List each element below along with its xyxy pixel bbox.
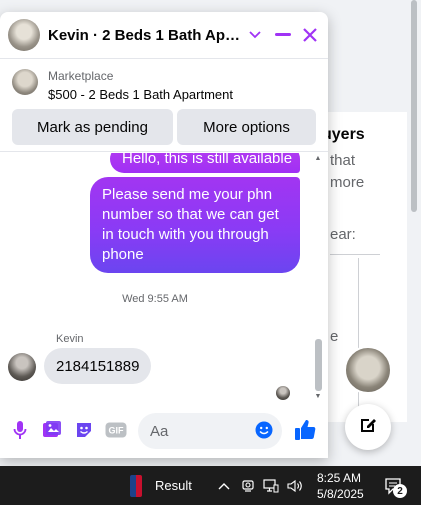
chat-header[interactable]: Kevin · 2 Beds 1 Bath Apart… [0,12,328,58]
photo-icon[interactable] [41,419,63,441]
windows-taskbar: Result 8:25 AM 5/8/2025 [0,466,421,505]
listing-label: Marketplace [48,69,114,83]
widget-result-label[interactable]: Result [155,478,192,493]
background-heading: uyers [322,126,365,143]
message-bubble-incoming[interactable]: 2184151889 [44,348,152,384]
message-list: Hello, this is still available Please se… [0,153,328,405]
camera-icon[interactable] [240,478,256,494]
clock-time[interactable]: 8:25 AM [317,471,361,485]
message-bubble-outgoing[interactable]: Hello, this is still available [110,153,300,173]
chat-head-avatar[interactable] [344,346,392,394]
message-timestamp: Wed 9:55 AM [122,293,188,305]
more-options-button[interactable]: More options [177,109,316,145]
mark-as-pending-button[interactable]: Mark as pending [12,109,173,145]
listing-thumbnail[interactable] [12,69,38,95]
volume-icon[interactable] [287,478,303,494]
chevron-up-icon[interactable] [216,478,232,494]
background-text: that [330,152,356,169]
svg-text:GIF: GIF [109,426,125,436]
chevron-down-icon[interactable] [244,24,266,46]
message-bubble-outgoing[interactable]: Please send me your phn number so that w… [90,177,300,273]
sender-name: Kevin [56,333,84,345]
notification-badge: 2 [393,484,407,498]
chat-title[interactable]: Kevin · 2 Beds 1 Bath Apart… [48,27,244,44]
seen-indicator-avatar [276,386,290,400]
chat-scrollbar[interactable]: ▲ ▼ [312,153,324,405]
gif-icon[interactable]: GIF [105,419,127,441]
avatar[interactable] [8,19,40,51]
nba-logo-icon[interactable] [130,475,142,497]
compose-icon [358,415,378,440]
background-text: more [330,174,365,191]
message-composer: GIF [0,405,328,458]
divider [330,254,380,255]
like-icon[interactable] [294,419,316,441]
new-message-button[interactable] [345,404,391,450]
scroll-up-icon[interactable]: ▲ [314,155,322,162]
close-icon[interactable] [299,24,321,46]
network-icon[interactable] [263,478,279,494]
mic-icon[interactable] [9,419,31,441]
listing-description[interactable]: $500 - 2 Beds 1 Bath Apartment [48,87,233,102]
background-text: ear: [330,226,356,243]
background-text: e [330,328,339,345]
emoji-icon[interactable] [253,419,275,441]
chat-scrollbar-thumb[interactable] [315,339,322,391]
chat-window: Kevin · 2 Beds 1 Bath Apart… Marketplace… [0,12,328,458]
minimize-icon[interactable] [272,24,294,46]
scroll-down-icon[interactable]: ▼ [314,393,322,400]
page-scrollbar-thumb[interactable] [411,0,417,212]
clock-date[interactable]: 5/8/2025 [317,487,364,501]
sticker-icon[interactable] [73,419,95,441]
marketplace-listing: Marketplace $500 - 2 Beds 1 Bath Apartme… [0,58,328,152]
sender-avatar[interactable] [8,353,36,381]
